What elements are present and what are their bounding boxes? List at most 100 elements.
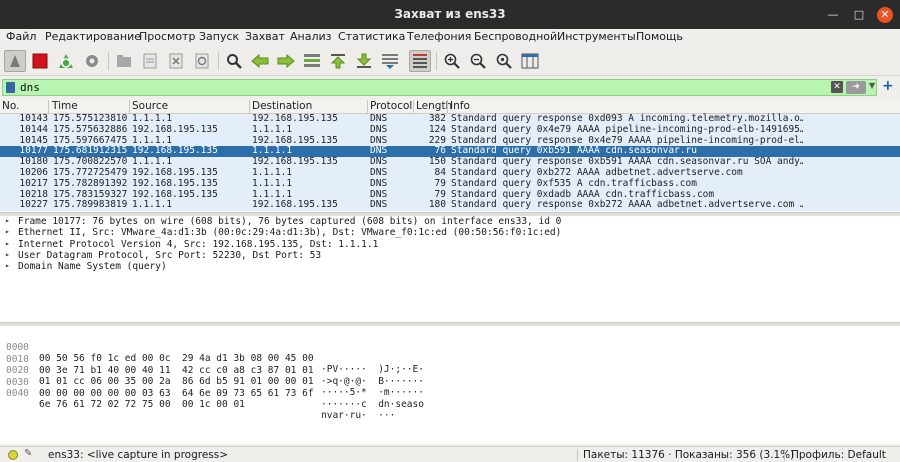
menu-edit[interactable]: Редактирование — [45, 30, 141, 43]
column-header-destination[interactable]: Destination — [250, 100, 312, 112]
packet-cell-time: 175.772725479 — [53, 166, 128, 178]
packet-cell-len: 150 — [428, 156, 446, 168]
menu-view[interactable]: Просмотр — [139, 30, 195, 43]
resize-columns-icon[interactable] — [519, 50, 541, 72]
colorize-icon[interactable] — [409, 50, 431, 72]
packet-cell-proto: DNS — [370, 123, 388, 135]
expand-arrow-icon[interactable]: ▸ — [5, 261, 10, 270]
packet-cell-src: 1.1.1.1 — [132, 199, 173, 211]
menu-analyze[interactable]: Анализ — [290, 30, 332, 43]
profile-selector[interactable]: Профиль: Default — [791, 449, 886, 461]
menu-telephony[interactable]: Телефония — [407, 30, 471, 43]
column-header-source[interactable]: Source — [130, 100, 168, 112]
bookmark-icon[interactable] — [6, 82, 15, 93]
packet-list[interactable]: No. Time Source Destination Protocol Len… — [0, 99, 900, 212]
close-window-icon[interactable]: ✕ — [877, 7, 893, 23]
edit-comment-icon[interactable]: ✎ — [24, 448, 32, 459]
close-file-icon[interactable] — [165, 50, 187, 72]
packet-cell-src: 192.168.195.135 — [132, 166, 218, 178]
options-gear-icon[interactable] — [81, 50, 103, 72]
minimize-icon[interactable]: — — [825, 7, 841, 23]
expand-arrow-icon[interactable]: ▸ — [5, 239, 10, 248]
tree-item-ethernet[interactable]: ▸ Ethernet II, Src: VMware_4a:d1:3b (00:… — [0, 227, 900, 238]
packet-cell-info: Standard query response 0xb591 AAAA cdn.… — [451, 156, 803, 168]
packet-cell-dst: 1.1.1.1 — [252, 188, 293, 200]
chevron-down-icon[interactable]: ▼ — [869, 81, 875, 90]
forward-icon[interactable] — [275, 50, 297, 72]
first-packet-icon[interactable] — [327, 50, 349, 72]
display-filter-input[interactable]: dns ✕ ➜ ▼ — [2, 79, 877, 96]
expand-arrow-icon[interactable]: ▸ — [5, 216, 10, 225]
packet-details-tree[interactable]: ▸ Frame 10177: 76 bytes on wire (608 bit… — [0, 216, 900, 322]
clear-icon[interactable]: ✕ — [831, 81, 843, 93]
packet-cell-dst: 192.168.195.135 — [252, 113, 338, 124]
packet-row[interactable]: 10227 175.789983819 1.1.1.1 192.168.195.135… — [0, 199, 900, 212]
save-icon[interactable] — [139, 50, 161, 72]
packet-cell-src: 1.1.1.1 — [132, 156, 173, 168]
goto-packet-icon[interactable] — [301, 50, 323, 72]
tree-item-ipv4[interactable]: ▸ Internet Protocol Version 4, Src: 192.… — [0, 239, 900, 250]
expand-arrow-icon[interactable]: ▸ — [5, 250, 10, 259]
packet-cell-no: 10144 — [19, 123, 48, 135]
packet-cell-time: 175.575123810 — [53, 113, 128, 124]
tree-item-udp[interactable]: ▸ User Datagram Protocol, Src Port: 5223… — [0, 250, 900, 261]
packet-cell-info: Standard query response 0xd093 A incomin… — [451, 113, 803, 124]
main-toolbar — [0, 46, 900, 76]
maximize-icon[interactable]: □ — [851, 7, 867, 23]
tree-item-dns[interactable]: ▸ Domain Name System (query) — [0, 261, 900, 272]
packet-cell-no: 10217 — [19, 177, 48, 189]
packet-cell-dst: 1.1.1.1 — [252, 123, 293, 135]
menu-wireless[interactable]: Беспроводной — [474, 30, 557, 43]
packet-bytes-pane[interactable]: 0000 00 50 56 f0 1c ed 00 0c 29 4a d1 3b… — [0, 326, 900, 444]
zoom-out-icon[interactable] — [467, 50, 489, 72]
packet-cell-no: 10143 — [19, 113, 48, 124]
back-icon[interactable] — [249, 50, 271, 72]
packet-cell-len: 76 — [434, 145, 446, 157]
packet-cell-dst: 1.1.1.1 — [252, 145, 293, 157]
menu-capture[interactable]: Захват — [245, 30, 285, 43]
packet-cell-time: 175.783159327 — [53, 188, 128, 200]
column-header-time[interactable]: Time — [50, 100, 78, 112]
find-icon[interactable] — [223, 50, 245, 72]
column-header-no[interactable]: No. — [0, 100, 19, 112]
bytes-row: 0010 00 3e 71 b1 40 00 40 11 42 cc c0 a8… — [6, 353, 424, 387]
packet-cell-info: Standard query response 0xb272 AAAA adbe… — [451, 199, 803, 211]
packet-cell-src: 192.168.195.135 — [132, 123, 218, 135]
packet-cell-proto: DNS — [370, 145, 388, 157]
tree-item-frame[interactable]: ▸ Frame 10177: 76 bytes on wire (608 bit… — [0, 216, 900, 227]
packet-cell-proto: DNS — [370, 188, 388, 200]
display-filter-value[interactable]: dns — [20, 81, 40, 94]
capture-status-led-icon[interactable] — [8, 450, 18, 460]
last-packet-icon[interactable] — [353, 50, 375, 72]
arrow-right-icon[interactable]: ➜ — [846, 81, 866, 94]
menu-statistics[interactable]: Статистика — [338, 30, 405, 43]
menu-capture-start[interactable]: Запуск — [199, 30, 239, 43]
packet-cell-info: Standard query 0xb272 AAAA adbetnet.adve… — [451, 166, 743, 178]
packet-cell-no: 10206 — [19, 166, 48, 178]
zoom-reset-icon[interactable] — [493, 50, 515, 72]
menu-help[interactable]: Помощь — [636, 30, 683, 43]
bytes-row: 0000 00 50 56 f0 1c ed 00 0c 29 4a d1 3b… — [6, 342, 424, 375]
zoom-in-icon[interactable] — [441, 50, 463, 72]
packet-cell-proto: DNS — [370, 113, 388, 124]
expand-arrow-icon[interactable]: ▸ — [5, 227, 10, 236]
packet-cell-proto: DNS — [370, 166, 388, 178]
menu-file[interactable]: Файл — [6, 30, 36, 43]
packet-cell-info: Standard query 0xb591 AAAA cdn.seasonvar… — [451, 145, 697, 157]
packet-cell-time: 175.597667475 — [53, 134, 128, 146]
packet-cell-no: 10227 — [19, 199, 48, 211]
shark-fin-start-icon[interactable] — [4, 50, 26, 72]
add-filter-button[interactable]: + — [882, 78, 894, 94]
packet-cell-src: 192.168.195.135 — [132, 177, 218, 189]
autoscroll-icon[interactable] — [379, 50, 401, 72]
restart-icon[interactable] — [55, 50, 77, 72]
column-header-info[interactable]: Info — [448, 100, 470, 112]
reload-icon[interactable] — [191, 50, 213, 72]
packet-cell-len: 382 — [428, 113, 446, 124]
column-header-protocol[interactable]: Protocol — [368, 100, 412, 112]
packet-cell-info: Standard query 0xdadb AAAA cdn.trafficba… — [451, 188, 715, 200]
stop-icon[interactable] — [29, 50, 51, 72]
open-folder-icon[interactable] — [113, 50, 135, 72]
menu-tools[interactable]: Инструменты — [557, 30, 636, 43]
menubar: Файл Редактирование Просмотр Запуск Захв… — [0, 29, 900, 46]
